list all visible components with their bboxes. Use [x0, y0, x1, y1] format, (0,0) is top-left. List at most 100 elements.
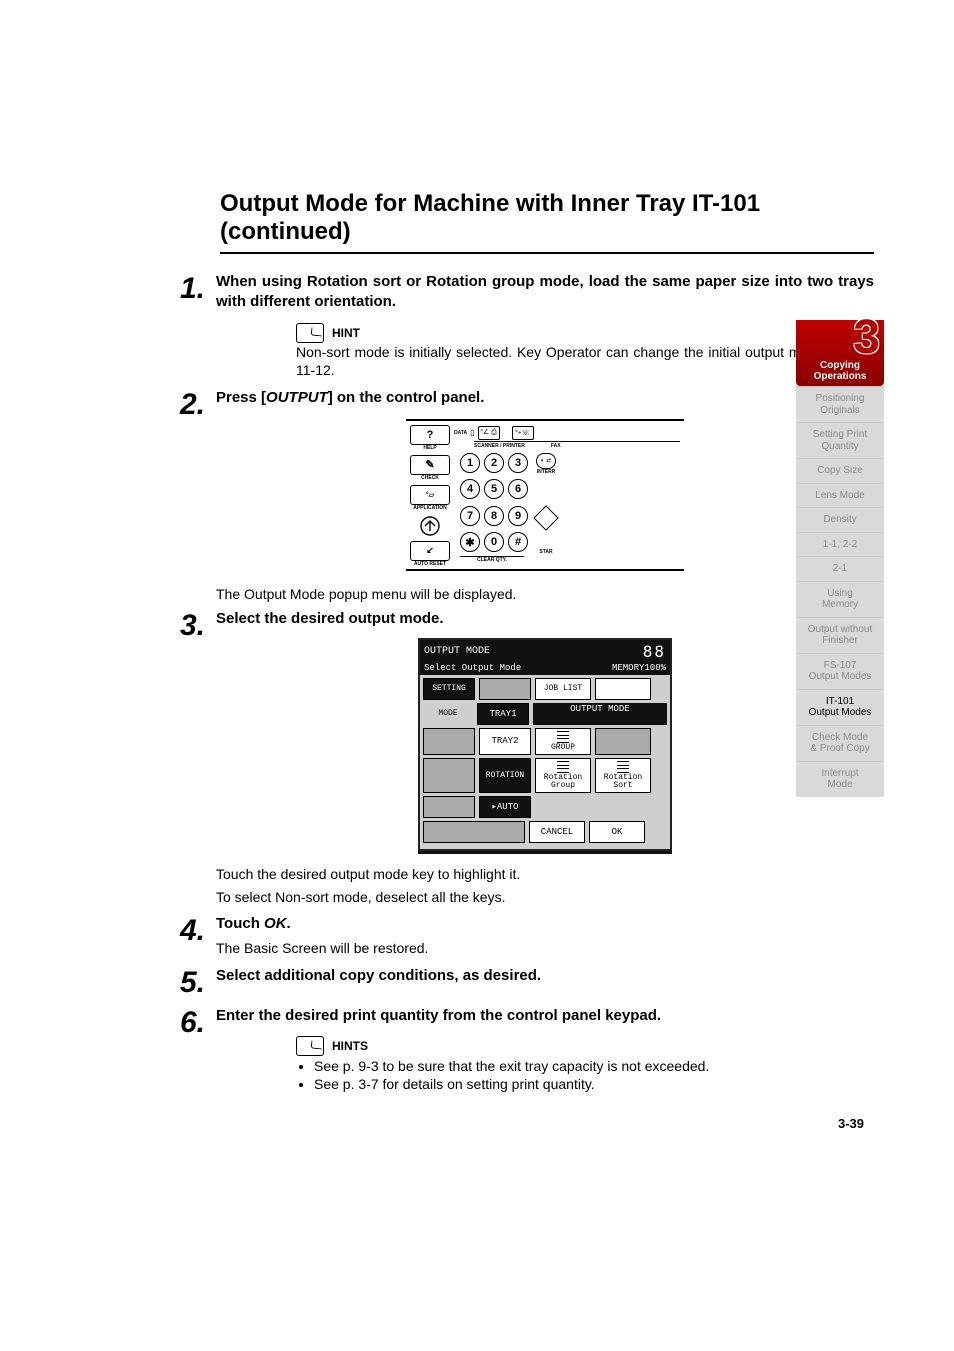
step-3-result-2: To select Non-sort mode, deselect all th…	[216, 888, 874, 907]
step-number: 3.	[180, 609, 216, 641]
chapter-tab-item[interactable]: Check Mode& Proof Copy	[796, 725, 884, 761]
chapter-title-l2: Operations	[798, 371, 882, 382]
ok-button: OK	[589, 821, 645, 843]
step-2-result: The Output Mode popup menu will be displ…	[216, 585, 874, 604]
chapter-tab-item[interactable]: InterruptMode	[796, 761, 884, 797]
interrupt-icon: ◐ ⇄	[536, 453, 556, 469]
stack-icon	[617, 761, 629, 773]
search-button	[595, 678, 651, 700]
screen-subtitle: Select Output Mode	[424, 663, 521, 673]
step-1: 1. When using Rotation sort or Rotation …	[180, 272, 874, 380]
auto-reset-label: AUTO RESET	[410, 562, 450, 567]
screen-counter: 88	[643, 642, 666, 661]
keypad: 1 2 3 4 5 6 7 8 9 ✱ 0 #	[460, 453, 528, 555]
chapter-tab-item[interactable]: IT-101Output Modes	[796, 689, 884, 725]
panel-left-column: ? HELP ✎ CHECK °▱ APPLICATION	[410, 425, 450, 567]
step-number: 1.	[180, 272, 216, 304]
chapter-tab-item[interactable]: FS-107Output Modes	[796, 653, 884, 689]
key-8: 8	[484, 506, 504, 526]
joblist-button: JOB LIST	[535, 678, 591, 700]
scanner-icon: °∠ ⎙	[478, 426, 500, 440]
interrupt-label: INTERR	[536, 469, 556, 475]
chapter-tab-item[interactable]: PositioningOriginals	[796, 386, 884, 422]
step-3: 3. Select the desired output mode. OUTPU…	[180, 609, 874, 858]
hint-item: See p. 3-7 for details on setting print …	[314, 1076, 874, 1092]
chapter-tab-item[interactable]: Density	[796, 507, 884, 532]
sort-slot-2	[423, 758, 475, 793]
hint-text: Non-sort mode is initially selected. Key…	[296, 343, 874, 381]
sort-slot-1	[423, 728, 475, 755]
tray1-button: TRAY1	[477, 703, 529, 725]
key-5: 5	[484, 479, 504, 499]
step-3-result-1: Touch the desired output mode key to hig…	[216, 865, 874, 884]
cancel-button: CANCEL	[529, 821, 585, 843]
step-number: 5.	[180, 966, 216, 998]
key-4: 4	[460, 479, 480, 499]
key-star: ✱	[460, 532, 480, 552]
step-heading: Select the desired output mode.	[216, 609, 874, 629]
chapter-tab-item[interactable]: Setting PrintQuantity	[796, 422, 884, 458]
hint-icon	[296, 323, 324, 343]
key-0: 0	[484, 532, 504, 552]
step-heading: Select additional copy conditions, as de…	[216, 966, 874, 986]
rotation-label: ROTATION	[479, 758, 531, 793]
scanner-label: SCANNER / PRINTER	[474, 443, 525, 449]
chapter-tab-item[interactable]: 2-1	[796, 556, 884, 581]
panel-right-column: ◐ ⇄ INTERR STAR	[536, 449, 556, 555]
chapter-tab-item[interactable]: Copy Size	[796, 458, 884, 483]
step-heading: Touch OK.	[216, 914, 874, 934]
screen-memory: MEMORY100%	[612, 663, 666, 673]
step-4: 4. Touch OK. The Basic Screen will be re…	[180, 914, 874, 957]
control-panel-diagram: ? HELP ✎ CHECK °▱ APPLICATION	[406, 419, 684, 571]
chapter-tab-item[interactable]: Lens Mode	[796, 483, 884, 508]
rotation-sort-button: Rotation Sort	[595, 758, 651, 793]
setting-tab: SETTING	[423, 678, 475, 700]
clear-qty-label: CLEAR QTY.	[460, 556, 524, 563]
output-icon	[417, 515, 443, 537]
chapter-tab-item[interactable]: UsingMemory	[796, 581, 884, 617]
hints-label: HINTS	[332, 1039, 368, 1053]
chapter-tabs: PositioningOriginalsSetting PrintQuantit…	[796, 386, 884, 797]
start-label: STAR	[539, 549, 552, 555]
help-label: HELP	[410, 446, 450, 451]
hint-label: HINT	[332, 326, 360, 340]
output-mode-screen: OUTPUT MODE 88 Select Output Mode MEMORY…	[418, 638, 672, 851]
auto-button: ▸ AUTO	[479, 796, 531, 818]
key-9: 9	[508, 506, 528, 526]
tray2-button: TRAY2	[479, 728, 531, 755]
rotation-group-button: Rotation Group	[535, 758, 591, 793]
step-heading: When using Rotation sort or Rotation gro…	[216, 272, 874, 313]
blank-tab	[479, 678, 531, 700]
application-button: °▱	[410, 485, 450, 505]
hints-list: See p. 9-3 to be sure that the exit tray…	[296, 1058, 874, 1092]
check-label: CHECK	[410, 476, 450, 481]
output-mode-header: OUTPUT MODE	[533, 703, 667, 725]
data-led-icon: ▯	[470, 428, 474, 437]
application-label: APPLICATION	[410, 506, 450, 511]
key-1: 1	[460, 453, 480, 473]
bottom-left-slot	[423, 821, 525, 843]
step-number: 4.	[180, 914, 216, 946]
page-number: 3-39	[838, 1116, 864, 1131]
hint-item: See p. 9-3 to be sure that the exit tray…	[314, 1058, 874, 1074]
sort-slot-3	[423, 796, 475, 818]
stop-icon	[533, 505, 558, 530]
hint-icon	[296, 1036, 324, 1056]
step-number: 2.	[180, 388, 216, 420]
hints-block: HINTS See p. 9-3 to be sure that the exi…	[296, 1036, 874, 1092]
panel-mid-column: DATA ▯ °∠ ⎙ °⁍☏ SCANNER / PRINTER FAX	[454, 425, 680, 567]
chapter-tab-item[interactable]: 1-1, 2-2	[796, 532, 884, 557]
step-number: 6.	[180, 1006, 216, 1038]
help-button: ?	[410, 425, 450, 445]
key-hash: #	[508, 532, 528, 552]
data-label: DATA	[454, 430, 467, 436]
fax-icon: °⁍☏	[512, 426, 534, 440]
page-title: Output Mode for Machine with Inner Tray …	[220, 190, 874, 254]
step-4-result: The Basic Screen will be restored.	[216, 939, 874, 958]
stack-icon	[557, 731, 569, 743]
chapter-header: 3 Copying Operations	[796, 320, 884, 386]
step-6: 6. Enter the desired print quantity from…	[180, 1006, 874, 1094]
key-3: 3	[508, 453, 528, 473]
chapter-tab-item[interactable]: Output withoutFinisher	[796, 617, 884, 653]
mode-label: MODE	[423, 703, 473, 725]
